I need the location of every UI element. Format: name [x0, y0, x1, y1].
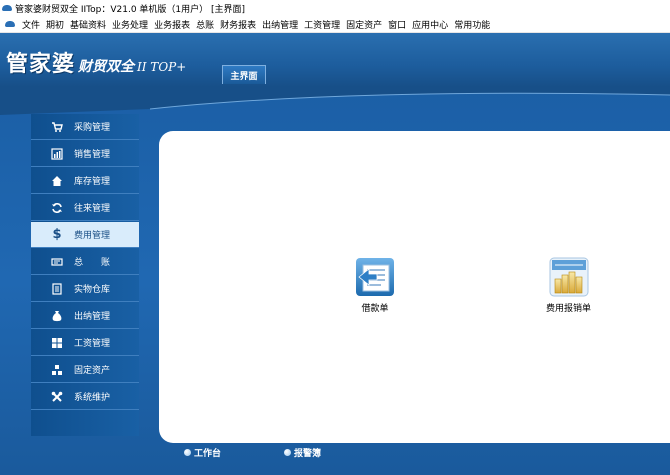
cart-icon	[51, 121, 63, 133]
content-panel: 借款单 费用报销单	[159, 131, 670, 443]
menu-window[interactable]: 窗口	[385, 18, 409, 31]
sidebar-item-label: 出纳管理	[74, 312, 111, 322]
dollar-icon: $	[52, 227, 62, 242]
app-header: 管家婆 财贸双全 II TOP+ 主界面	[0, 33, 670, 87]
sidebar-item-label: 工资管理	[74, 339, 111, 349]
menu-opening[interactable]: 期初	[43, 18, 67, 31]
logo-main-text: 管家婆	[6, 51, 76, 77]
sidebar-item-purchase[interactable]: 采购管理	[31, 114, 139, 140]
sidebar: 采购管理 销售管理 库存管理 往来管理 $ 费用管理 总 账 实物仓库 出纳管理…	[31, 114, 139, 436]
warehouse-icon	[51, 282, 63, 295]
expense-report-icon	[549, 257, 588, 297]
sidebar-item-cashier[interactable]: 出纳管理	[31, 303, 139, 329]
sidebar-item-label: 固定资产	[74, 366, 111, 376]
sidebar-item-inventory[interactable]: 库存管理	[31, 168, 139, 194]
menu-fixed-assets[interactable]: 固定资产	[343, 18, 385, 31]
menu-basic-data[interactable]: 基础资料	[67, 18, 109, 31]
sidebar-item-label: 往来管理	[74, 204, 111, 214]
sidebar-item-label: 总 账	[74, 258, 111, 268]
workbench-label: 工作台	[194, 449, 222, 459]
sidebar-item-system[interactable]: 系统维护	[31, 384, 139, 410]
menu-business-process[interactable]: 业务处理	[109, 18, 151, 31]
brand-logo: 管家婆 财贸双全 II TOP+	[6, 46, 186, 78]
sidebar-item-fixed-assets[interactable]: 固定资产	[31, 357, 139, 383]
menu-general-ledger[interactable]: 总账	[193, 18, 217, 31]
menu-app-center[interactable]: 应用中心	[409, 18, 451, 31]
home-icon	[51, 175, 63, 187]
sidebar-item-label: 库存管理	[74, 177, 111, 187]
title-bar: 管家婆财贸双全 IITop：V21.0 单机版（1用户） [主界面]	[0, 0, 670, 16]
app-icon	[2, 5, 12, 11]
sidebar-item-label: 费用管理	[74, 231, 111, 241]
menu-payroll[interactable]: 工资管理	[301, 18, 343, 31]
bottom-bar: 工作台 报警簿	[180, 446, 670, 460]
menu-common-functions[interactable]: 常用功能	[451, 18, 493, 31]
logo-version-text: II TOP+	[137, 60, 187, 74]
workbench-icon	[184, 449, 191, 456]
menu-business-reports[interactable]: 业务报表	[151, 18, 193, 31]
sidebar-item-label: 销售管理	[74, 150, 111, 160]
chart-icon	[51, 147, 63, 160]
logo-sub-text: 财贸双全	[78, 59, 135, 75]
tab-main-interface[interactable]: 主界面	[222, 65, 266, 84]
module-label: 费用报销单	[546, 304, 592, 314]
menu-bar: 文件 期初 基础资料 业务处理 业务报表 总账 财务报表 出纳管理 工资管理 固…	[0, 16, 670, 33]
assets-icon	[51, 364, 63, 376]
sidebar-item-label: 系统维护	[74, 393, 111, 403]
grid-icon	[51, 337, 63, 349]
loan-document-icon	[356, 258, 394, 296]
menu-app-icon[interactable]	[5, 21, 15, 27]
module-loan-document[interactable]: 借款单	[355, 257, 395, 314]
menu-file[interactable]: 文件	[19, 18, 43, 31]
sidebar-item-sales[interactable]: 销售管理	[31, 141, 139, 167]
alerts-button[interactable]: 报警簿	[284, 446, 321, 459]
moneybag-icon	[51, 310, 63, 322]
module-expense-report[interactable]: 费用报销单	[546, 257, 591, 314]
menu-cashier[interactable]: 出纳管理	[259, 18, 301, 31]
refresh-icon	[51, 202, 63, 214]
sidebar-item-accounts[interactable]: 往来管理	[31, 195, 139, 221]
alerts-icon	[284, 449, 291, 456]
sidebar-item-ledger[interactable]: 总 账	[31, 249, 139, 275]
window-title: 管家婆财贸双全 IITop：V21.0 单机版（1用户） [主界面]	[15, 4, 246, 15]
menu-financial-reports[interactable]: 财务报表	[217, 18, 259, 31]
sidebar-item-payroll[interactable]: 工资管理	[31, 330, 139, 356]
alerts-label: 报警簿	[294, 449, 322, 459]
header-curve-decoration	[0, 87, 670, 115]
sidebar-item-label: 实物仓库	[74, 285, 111, 295]
workbench-button[interactable]: 工作台	[184, 446, 221, 459]
sidebar-item-label: 采购管理	[74, 123, 111, 133]
sidebar-item-warehouse[interactable]: 实物仓库	[31, 276, 139, 302]
ledger-icon	[51, 256, 63, 268]
module-label: 借款单	[361, 304, 389, 314]
tools-icon	[51, 391, 63, 403]
sidebar-item-expense[interactable]: $ 费用管理	[31, 222, 139, 248]
